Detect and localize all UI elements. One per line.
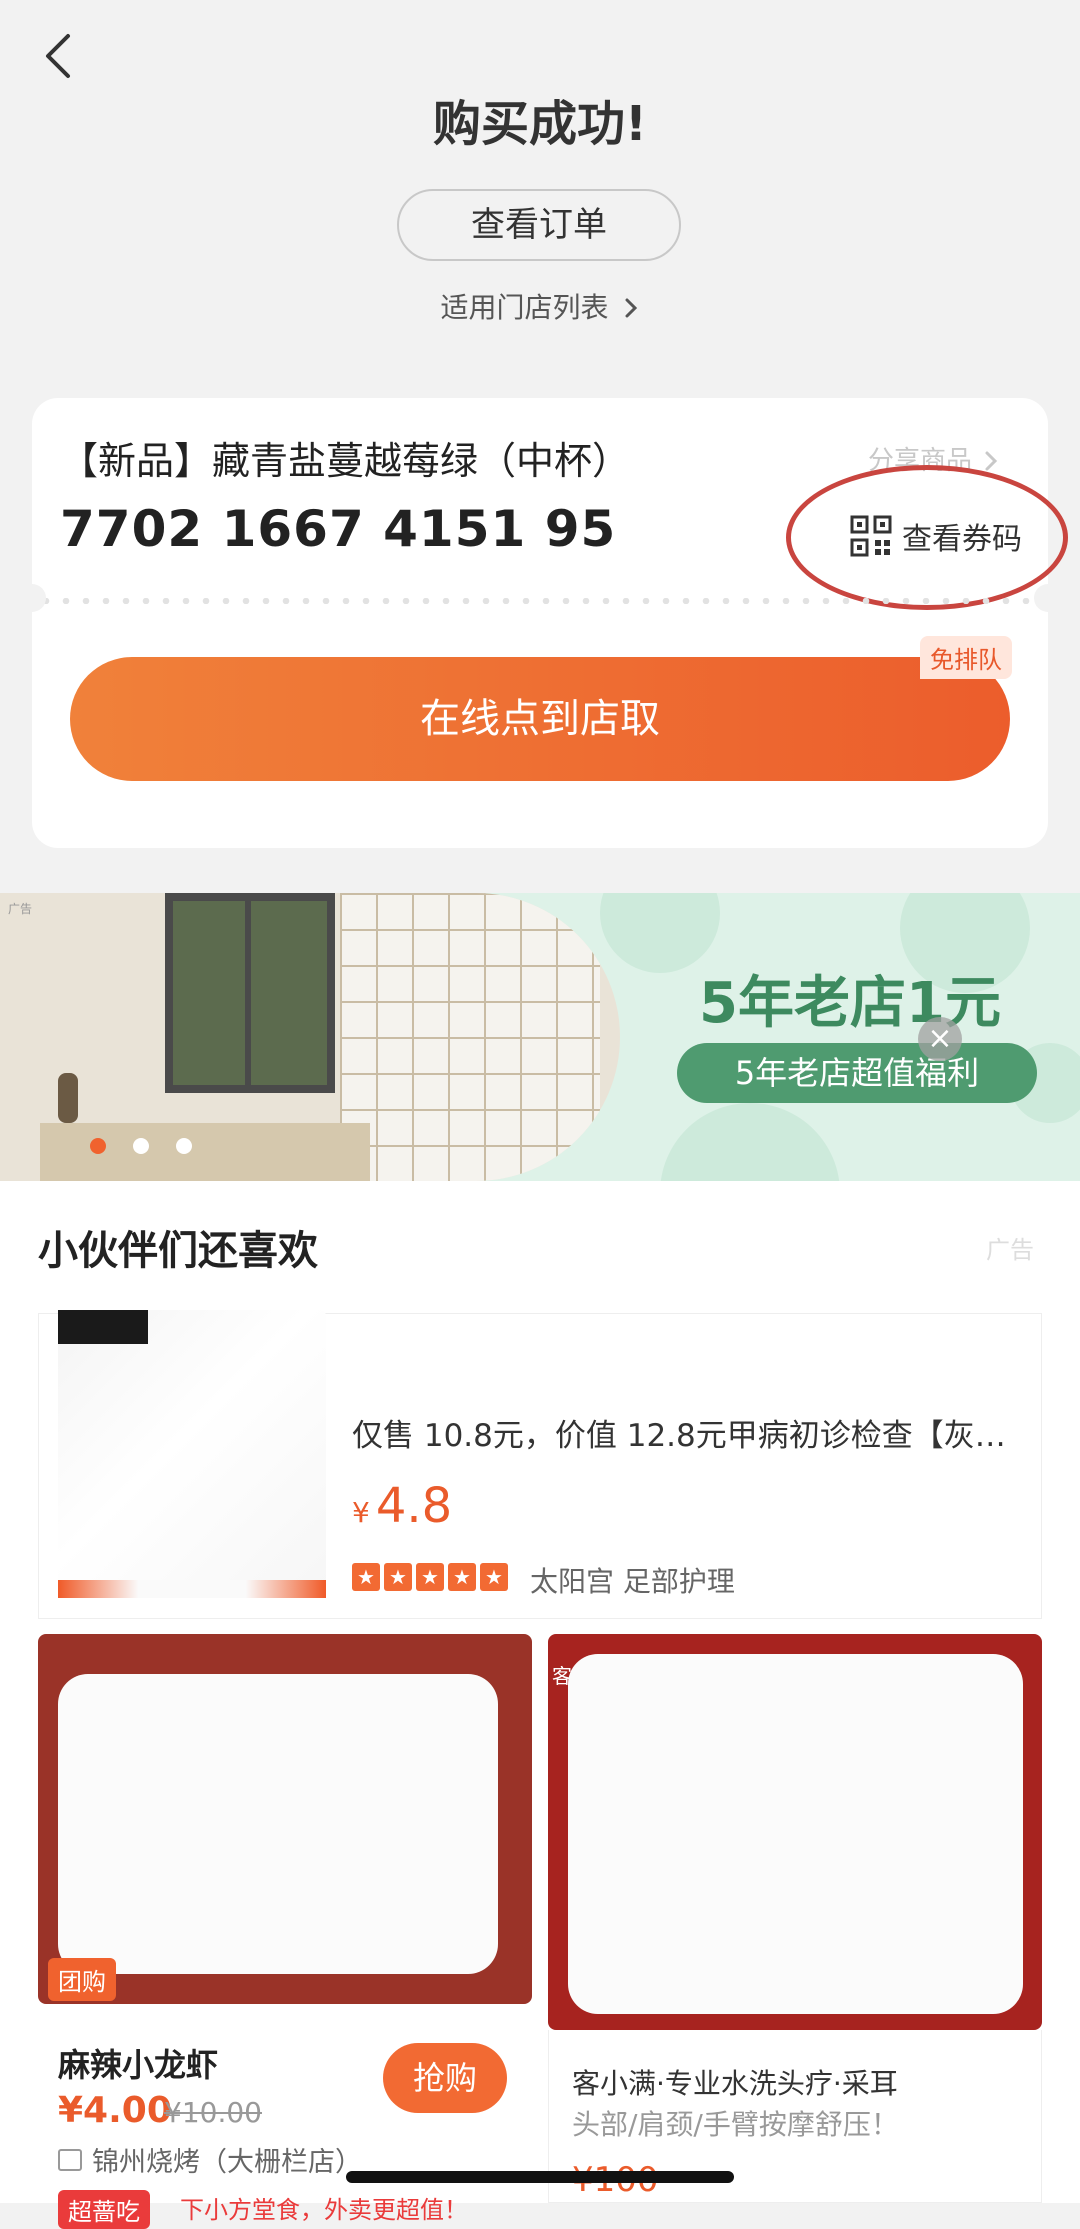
window-frame bbox=[245, 893, 251, 1093]
view-order-button[interactable]: 查看订单 bbox=[397, 189, 681, 261]
shop-name: 锦州烧烤（大栅栏店） bbox=[92, 2147, 362, 2178]
card-right-image: 客小满 bbox=[548, 1634, 1042, 2030]
star-icon: ★ bbox=[480, 1563, 508, 1591]
card-notch-left bbox=[18, 584, 46, 612]
section-title: 小伙伴们还喜欢 bbox=[38, 1228, 318, 1274]
item-price-value: 4.8 bbox=[375, 1478, 453, 1534]
image-blur bbox=[58, 1674, 498, 1974]
promo-text: 下小方堂食，外卖更超值！ bbox=[180, 2196, 468, 2224]
banner-photo bbox=[0, 893, 620, 1181]
banner-subline: 5年老店超值福利 bbox=[677, 1043, 1037, 1103]
chevron-right-icon bbox=[985, 451, 998, 471]
group-buy-tag: 团购 bbox=[48, 1958, 116, 2001]
carousel-dot-3[interactable] bbox=[176, 1138, 192, 1154]
online-order-pickup-button[interactable]: 在线点到店取 bbox=[70, 657, 1010, 781]
back-button[interactable] bbox=[38, 28, 82, 84]
star-icon: ★ bbox=[352, 1563, 380, 1591]
card-left-original-price: ¥10.00 bbox=[164, 2096, 262, 2129]
carousel-dot-1[interactable] bbox=[90, 1138, 106, 1154]
image-blur bbox=[568, 1654, 1023, 2014]
card-left-shop: 锦州烧烤（大栅栏店） bbox=[58, 2140, 362, 2179]
thumbnail-accent bbox=[58, 1580, 326, 1598]
star-icon: ★ bbox=[384, 1563, 412, 1591]
rating-stars: ★ ★ ★ ★ ★ bbox=[352, 1563, 512, 1591]
ad-label: 广告 bbox=[986, 1236, 1034, 1264]
star-icon: ★ bbox=[448, 1563, 476, 1591]
card-right-subtitle: 头部/肩颈/手臂按摩舒压！ bbox=[572, 2108, 899, 2141]
card-left-price: ¥4.00 bbox=[58, 2090, 172, 2131]
back-arrow-icon bbox=[46, 34, 70, 78]
item-price: ¥4.8 bbox=[352, 1478, 452, 1534]
thumbnail-corner bbox=[58, 1310, 148, 1344]
banner-headline: 5年老店1元 bbox=[699, 971, 1001, 1036]
currency-symbol: ¥ bbox=[352, 1496, 370, 1529]
shop-icon bbox=[58, 2148, 82, 2171]
close-icon[interactable]: × bbox=[918, 1017, 962, 1061]
banner-ad-mark: 广告 bbox=[8, 902, 33, 916]
card-right-title: 客小满·专业水洗头疗·采耳 bbox=[572, 2067, 898, 2100]
banner-decor-circle bbox=[660, 1103, 840, 1181]
star-icon: ★ bbox=[416, 1563, 444, 1591]
perforation-divider bbox=[36, 598, 1044, 604]
item-title: 仅售 10.8元，价值 12.8元甲病初诊检查【灰指甲... bbox=[352, 1418, 1012, 1454]
no-queue-badge: 免排队 bbox=[920, 636, 1012, 679]
grab-button[interactable]: 抢购 bbox=[383, 2043, 507, 2113]
home-indicator[interactable] bbox=[346, 2171, 734, 2183]
carousel-dot-2[interactable] bbox=[133, 1138, 149, 1154]
promo-tag: 超蔷吃 bbox=[58, 2190, 150, 2229]
vase bbox=[58, 1073, 78, 1123]
applicable-stores-link[interactable]: 适用门店列表 bbox=[0, 286, 1080, 326]
highlight-circle bbox=[786, 465, 1068, 610]
cabinet bbox=[40, 1123, 370, 1181]
page-title: 购买成功! bbox=[433, 96, 647, 152]
chevron-right-icon bbox=[625, 298, 638, 318]
product-name: 【新品】藏青盐蔓越莓绿（中杯） bbox=[60, 439, 631, 483]
card-notch-right bbox=[1034, 584, 1062, 612]
card-left-image bbox=[38, 1634, 532, 2004]
stores-link-label: 适用门店列表 bbox=[440, 291, 609, 324]
card-left-name: 麻辣小龙虾 bbox=[58, 2046, 219, 2084]
item-meta: 太阳宫 足部护理 bbox=[530, 1565, 735, 1598]
shoji-screen bbox=[340, 893, 600, 1181]
coupon-code: 7702 1667 4151 95 bbox=[60, 500, 617, 558]
item-thumbnail bbox=[58, 1310, 326, 1598]
